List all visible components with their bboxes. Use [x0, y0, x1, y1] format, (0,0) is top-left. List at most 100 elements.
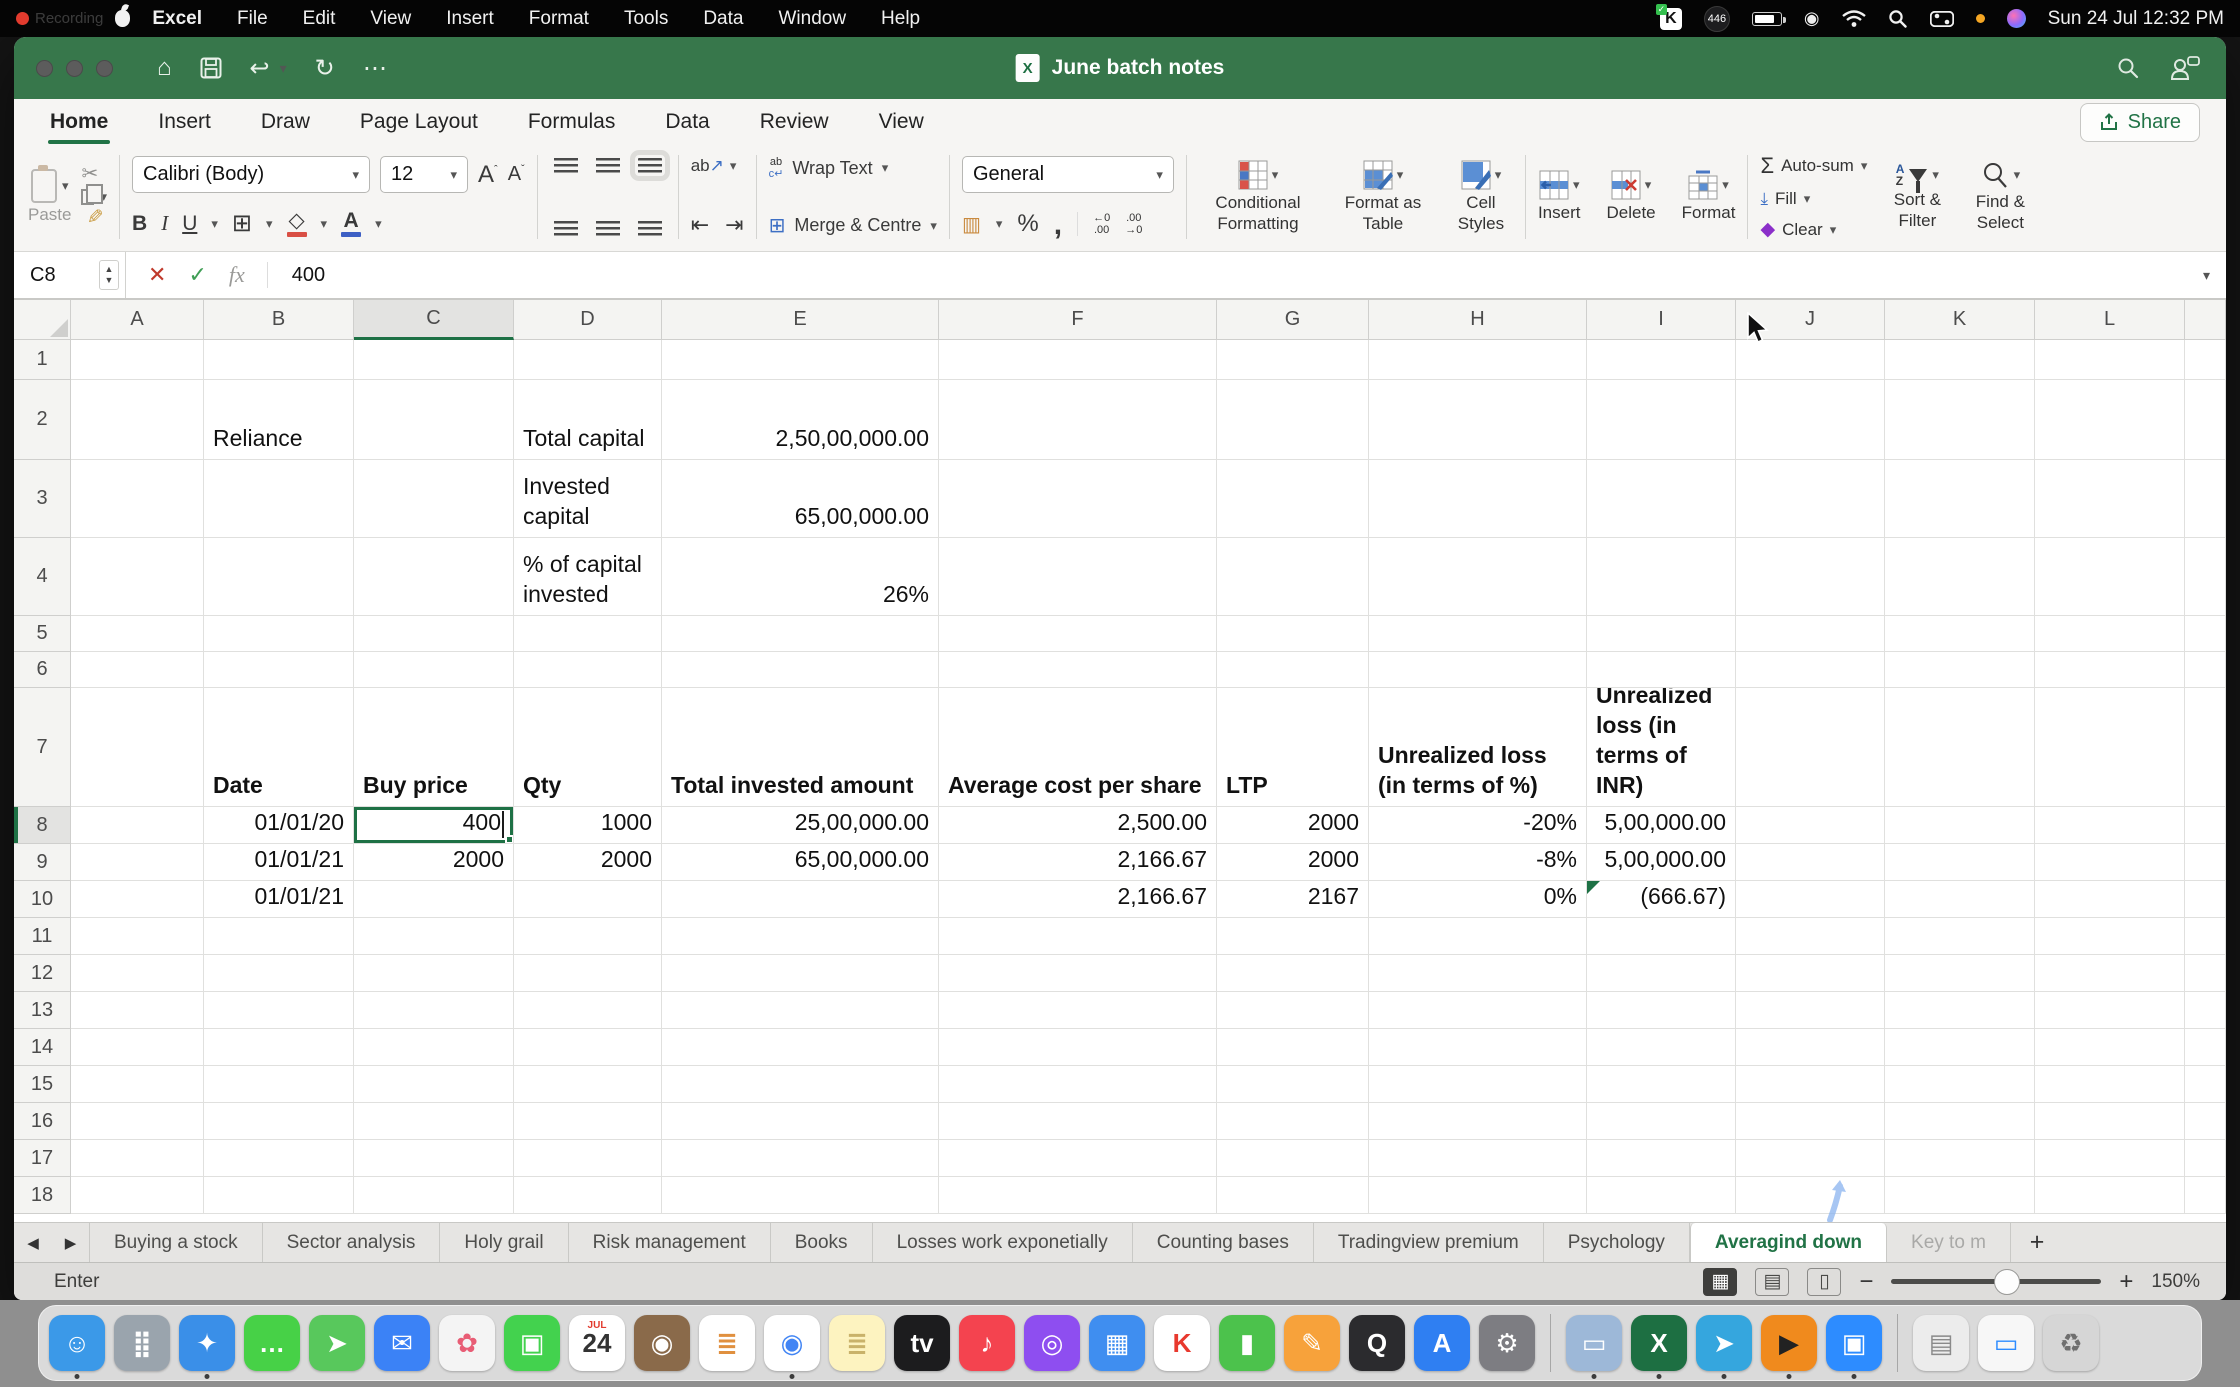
cell-E1[interactable] [662, 340, 939, 380]
row-header-12[interactable]: 12 [14, 955, 71, 992]
cell-D5[interactable] [514, 616, 662, 652]
cell-F14[interactable] [939, 1029, 1217, 1066]
cell-L6[interactable] [2035, 652, 2185, 688]
cell-H6[interactable] [1369, 652, 1587, 688]
dock-mail[interactable]: ✉ [374, 1315, 430, 1371]
cell-F17[interactable] [939, 1140, 1217, 1177]
cell-G5[interactable] [1217, 616, 1369, 652]
cell-A4[interactable] [71, 538, 204, 616]
apple-menu-icon[interactable] [115, 10, 130, 27]
cell-K10[interactable] [1885, 881, 2035, 918]
accounting-chevron[interactable]: ▾ [996, 216, 1003, 232]
cell-J1[interactable] [1736, 340, 1885, 380]
formula-input[interactable]: 400 [276, 264, 325, 287]
cell-C5[interactable] [354, 616, 514, 652]
cell-L3[interactable] [2035, 460, 2185, 538]
cell-C10[interactable] [354, 881, 514, 918]
row-header-9[interactable]: 9 [14, 844, 71, 881]
cell-E2[interactable]: 2,50,00,000.00 [662, 380, 939, 460]
menu-window[interactable]: Window [778, 8, 846, 30]
cell-B8[interactable]: 01/01/20 [204, 807, 354, 844]
menu-tools[interactable]: Tools [624, 8, 668, 30]
cell-A15[interactable] [71, 1066, 204, 1103]
menu-view[interactable]: View [370, 8, 411, 30]
decrease-font-size-button[interactable]: Aˇ [508, 163, 525, 186]
cell-J12[interactable] [1736, 955, 1885, 992]
cell-H7[interactable]: Unrealized loss (in terms of %) [1369, 688, 1587, 807]
cell-L9[interactable] [2035, 844, 2185, 881]
row-header-1[interactable]: 1 [14, 340, 71, 380]
percent-style-button[interactable]: % [1017, 210, 1038, 238]
sheet-tab-losses-work-exponetially[interactable]: Losses work exponetially [873, 1223, 1133, 1262]
row-header-6[interactable]: 6 [14, 652, 71, 688]
row-header-5[interactable]: 5 [14, 616, 71, 652]
dock-calendar[interactable]: JUL24 [569, 1315, 625, 1371]
dock-files-stack[interactable]: ▤ [1913, 1315, 1969, 1371]
row-header-17[interactable]: 17 [14, 1140, 71, 1177]
text-orientation-button[interactable]: ab↗ [691, 156, 724, 176]
cell-L12[interactable] [2035, 955, 2185, 992]
cell-G1[interactable] [1217, 340, 1369, 380]
column-header-C[interactable]: C [354, 300, 514, 340]
decrease-decimal-button[interactable]: ←0.00 [1093, 212, 1110, 236]
column-header-I[interactable]: I [1587, 300, 1736, 340]
cell-B3[interactable] [204, 460, 354, 538]
cell-B18[interactable] [204, 1177, 354, 1214]
bold-button[interactable]: B [132, 212, 147, 236]
undo-button[interactable]: ↩ [250, 54, 270, 83]
cell-C6[interactable] [354, 652, 514, 688]
cell-L17[interactable] [2035, 1140, 2185, 1177]
wifi-icon[interactable] [1842, 10, 1866, 28]
row-header-16[interactable]: 16 [14, 1103, 71, 1140]
cell-B10[interactable]: 01/01/21 [204, 881, 354, 918]
dock-keynote[interactable]: ▦ [1089, 1315, 1145, 1371]
insert-cells-button[interactable]: ▾ Insert [1538, 170, 1581, 223]
cell-A3[interactable] [71, 460, 204, 538]
cell-G16[interactable] [1217, 1103, 1369, 1140]
cell-L7[interactable] [2035, 688, 2185, 807]
cell-D4[interactable]: % of capital invested [514, 538, 662, 616]
sheet-tab-tradingview-premium[interactable]: Tradingview premium [1314, 1223, 1544, 1262]
cell-H4[interactable] [1369, 538, 1587, 616]
undo-chevron[interactable]: ▾ [280, 60, 287, 77]
menubar-clock[interactable]: Sun 24 Jul 12:32 PM [2048, 8, 2224, 30]
menu-data[interactable]: Data [703, 8, 743, 30]
ribbon-tab-data[interactable]: Data [663, 104, 711, 140]
siri-icon[interactable] [2007, 9, 2026, 28]
page-layout-view-button[interactable]: ▤ [1755, 1268, 1789, 1296]
column-header-F[interactable]: F [939, 300, 1217, 340]
sheet-tab-buying-a-stock[interactable]: Buying a stock [90, 1223, 263, 1262]
formula-bar-expand-chevron[interactable]: ▾ [2203, 267, 2210, 284]
cell-J7[interactable] [1736, 688, 1885, 807]
cell-E3[interactable]: 65,00,000.00 [662, 460, 939, 538]
cell-D9[interactable]: 2000 [514, 844, 662, 881]
cell-B4[interactable] [204, 538, 354, 616]
sheet-nav-left[interactable]: ◀ [14, 1223, 52, 1262]
cell-K17[interactable] [1885, 1140, 2035, 1177]
cell-F16[interactable] [939, 1103, 1217, 1140]
cell-B15[interactable] [204, 1066, 354, 1103]
cell-J15[interactable] [1736, 1066, 1885, 1103]
dock-podcasts[interactable]: ◎ [1024, 1315, 1080, 1371]
copy-button[interactable]: ▾ [81, 186, 107, 208]
dock-zoom[interactable]: ▣ [1826, 1315, 1882, 1371]
cell-J6[interactable] [1736, 652, 1885, 688]
decrease-indent-button[interactable]: ⇤ [691, 212, 709, 238]
cell-J9[interactable] [1736, 844, 1885, 881]
dock-messages[interactable]: … [244, 1315, 300, 1371]
cell-B6[interactable] [204, 652, 354, 688]
cell-E7[interactable]: Total invested amount [662, 688, 939, 807]
cell-L18[interactable] [2035, 1177, 2185, 1214]
ribbon-tab-home[interactable]: Home [48, 104, 110, 140]
menu-excel[interactable]: Excel [152, 8, 202, 30]
cell-styles-button[interactable]: ▾ Cell Styles [1449, 160, 1513, 234]
control-center-icon[interactable] [1930, 11, 1954, 27]
cell-H13[interactable] [1369, 992, 1587, 1029]
dock-quicktime[interactable]: Q [1349, 1315, 1405, 1371]
format-painter-button[interactable]: ✎ [82, 208, 107, 234]
sheet-tab-psychology[interactable]: Psychology [1544, 1223, 1690, 1262]
cell-F3[interactable] [939, 460, 1217, 538]
dock-system-settings[interactable]: ⚙ [1479, 1315, 1535, 1371]
cell-I1[interactable] [1587, 340, 1736, 380]
dock-maps[interactable]: ➤ [309, 1315, 365, 1371]
